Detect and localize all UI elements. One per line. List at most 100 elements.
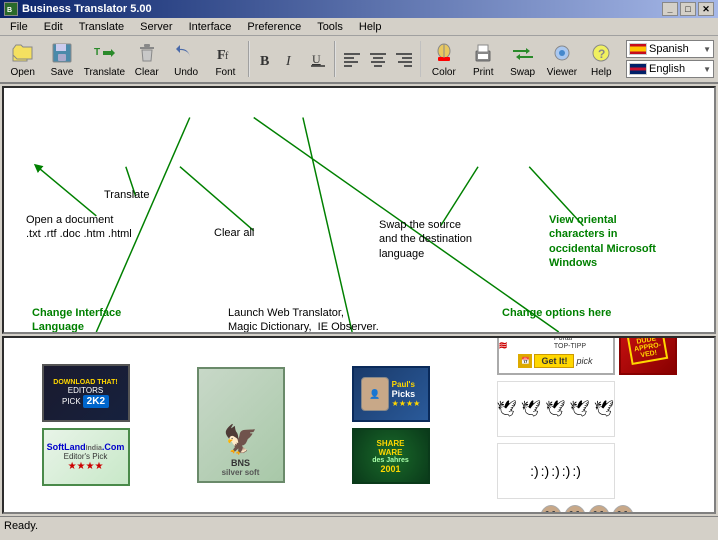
shareware-title: SHARE	[376, 439, 404, 448]
svg-text:I: I	[285, 54, 292, 69]
download-that-text: DOWNLOAD THAT!	[53, 379, 117, 386]
translate-icon: T	[92, 41, 116, 65]
shareware-ware: WARE	[379, 448, 403, 457]
spanish-flag-icon	[629, 43, 647, 55]
menu-preference[interactable]: Preference	[241, 20, 307, 34]
clear-icon	[135, 41, 159, 65]
pauls-text: Paul's Picks ★★★★	[392, 380, 421, 408]
status-text: Ready.	[4, 520, 38, 532]
editors-pick-text: Editor's Pick	[64, 452, 108, 461]
middle-badges: 👤 Paul's Picks ★★★★ SHARE WARE des Jahre…	[352, 366, 430, 484]
color-button[interactable]: Color	[425, 38, 462, 80]
font-icon: F f	[213, 41, 237, 65]
destination-language-label: English	[649, 63, 701, 75]
menu-file[interactable]: File	[4, 20, 34, 34]
help-button[interactable]: ? Help	[583, 38, 620, 80]
translate-button[interactable]: T Translate	[83, 38, 126, 80]
align-left-button[interactable]	[340, 38, 364, 80]
swap-button[interactable]: Swap	[504, 38, 541, 80]
underline-button[interactable]: U	[306, 38, 330, 80]
smiley-4: :)	[562, 463, 571, 479]
editors-text: EDITORS	[68, 386, 103, 395]
shareware-badge: SHARE WARE des Jahres 2001	[352, 428, 430, 484]
view-oriental-annotation: View orientalcharacters inoccidental Mic…	[549, 213, 656, 270]
faces-row: ◾◾ ◾◾ ◾◾ ◾◾	[497, 505, 677, 514]
separator-2	[334, 41, 336, 77]
bird-3: 🕊	[545, 399, 565, 419]
editors-pick-badge: DOWNLOAD THAT! EDITORS PICK 2K2	[42, 364, 130, 422]
translate-label: Translate	[84, 67, 125, 78]
align-right-icon	[392, 47, 416, 71]
close-button[interactable]: ✕	[698, 2, 714, 16]
open-doc-annotation: Open a document.txt .rtf .doc .htm .html	[26, 213, 132, 242]
face-3: ◾◾	[588, 505, 610, 514]
face-1-eyes: ◾◾	[544, 510, 556, 514]
underline-icon: U	[306, 47, 330, 71]
destination-dropdown-arrow[interactable]: ▼	[703, 65, 711, 74]
print-label: Print	[473, 67, 494, 78]
banner-area: DOWNLOAD THAT! EDITORS PICK 2K2 SoftLand…	[2, 336, 716, 514]
print-icon	[471, 41, 495, 65]
svg-text:?: ?	[598, 47, 605, 61]
maximize-button[interactable]: □	[680, 2, 696, 16]
shareware-des: des Jahres	[372, 457, 409, 464]
clear-button[interactable]: Clear	[128, 38, 165, 80]
open-button[interactable]: Open	[4, 38, 41, 80]
smiley-face-row: :) :) :) :) :)	[497, 443, 677, 499]
left-badges: DOWNLOAD THAT! EDITORS PICK 2K2 SoftLand…	[42, 364, 130, 486]
help-label: Help	[591, 67, 612, 78]
title-bar-controls[interactable]: _ □ ✕	[662, 2, 714, 16]
silver-soft-label: silver soft	[222, 468, 260, 477]
app-title: Business Translator 5.00	[22, 3, 152, 15]
font-button[interactable]: F f Font	[207, 38, 244, 80]
pauls-content: 👤 Paul's Picks ★★★★	[361, 377, 421, 411]
pick-text: PICK	[62, 397, 81, 406]
status-bar: Ready.	[0, 516, 718, 534]
menu-translate[interactable]: Translate	[73, 20, 130, 34]
language-selectors: Spanish ▼ English ▼	[626, 40, 714, 78]
translate-annotation: Translate	[104, 188, 149, 202]
face-2: ◾◾	[564, 505, 586, 514]
open-icon	[11, 41, 35, 65]
undo-icon	[174, 41, 198, 65]
align-right-button[interactable]	[392, 38, 416, 80]
picks-label: Picks	[392, 389, 416, 399]
smiley-2: :)	[541, 463, 550, 479]
bold-icon: B	[254, 47, 278, 71]
viewer-icon	[550, 41, 574, 65]
svg-text:B: B	[7, 7, 12, 14]
menu-help[interactable]: Help	[353, 20, 388, 34]
destination-language-selector[interactable]: English ▼	[626, 60, 714, 78]
print-button[interactable]: Print	[465, 38, 502, 80]
pauls-photo: 👤	[361, 377, 389, 411]
menu-server[interactable]: Server	[134, 20, 178, 34]
viewer-button[interactable]: Viewer	[543, 38, 580, 80]
softland-badge: SoftLandIndia.Com Editor's Pick ★★★★	[42, 428, 130, 486]
source-dropdown-arrow[interactable]: ▼	[703, 45, 711, 54]
viewer-label: Viewer	[547, 67, 577, 78]
save-button[interactable]: Save	[43, 38, 80, 80]
color-icon	[432, 41, 456, 65]
face-4: ◾◾	[612, 505, 634, 514]
wintotal-pick: pick	[576, 356, 592, 366]
menu-interface[interactable]: Interface	[183, 20, 238, 34]
main-content-area: Open a document.txt .rtf .doc .htm .html…	[2, 86, 716, 334]
bird-1: 🕊	[497, 399, 517, 419]
bold-button[interactable]: B	[254, 38, 278, 80]
stars-rating: ★★★★	[68, 461, 104, 472]
svg-text:T: T	[94, 47, 100, 58]
clear-all-annotation: Clear all	[214, 226, 254, 240]
title-bar-left: B Business Translator 5.00	[4, 2, 152, 16]
swap-label: Swap	[510, 67, 535, 78]
menu-edit[interactable]: Edit	[38, 20, 69, 34]
italic-button[interactable]: I	[280, 38, 304, 80]
bird-2: 🕊	[521, 399, 541, 419]
minimize-button[interactable]: _	[662, 2, 678, 16]
undo-button[interactable]: Undo	[167, 38, 204, 80]
svg-text:U: U	[312, 52, 321, 66]
face-2-eyes: ◾◾	[568, 510, 580, 514]
menu-tools[interactable]: Tools	[311, 20, 349, 34]
source-language-selector[interactable]: Spanish ▼	[626, 40, 714, 58]
bird-4: 🕊	[570, 399, 590, 419]
align-center-button[interactable]	[366, 38, 390, 80]
